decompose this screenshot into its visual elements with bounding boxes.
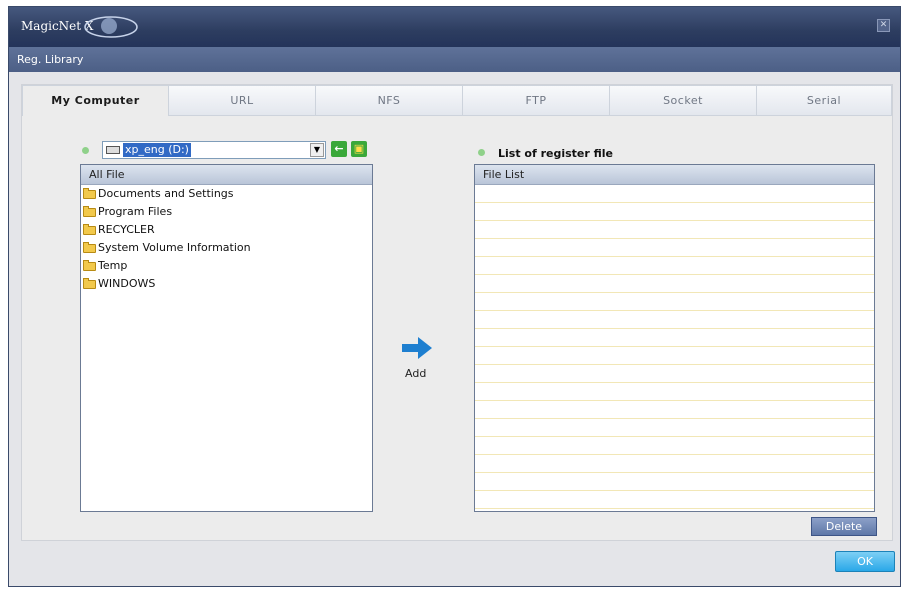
drive-select[interactable]: xp_eng (D:) ▼ xyxy=(102,141,326,159)
dialog-title: Reg. Library xyxy=(17,53,84,66)
list-item[interactable]: WINDOWS xyxy=(81,275,372,293)
folder-tree: Documents and Settings Program Files REC… xyxy=(81,185,372,293)
register-file-list[interactable]: File List xyxy=(474,164,875,512)
tab-nfs[interactable]: NFS xyxy=(316,85,463,116)
folder-icon xyxy=(83,242,96,253)
close-button[interactable]: ✕ xyxy=(877,19,890,32)
list-item[interactable]: Documents and Settings xyxy=(81,185,372,203)
file-list-rows xyxy=(475,185,874,511)
title-bar[interactable]: MagicNet X ✕ xyxy=(9,7,900,47)
main-window: MagicNet X ✕ Reg. Library My Computer UR… xyxy=(8,6,901,587)
app-logo-icon xyxy=(84,16,138,38)
up-folder-button[interactable]: ▣ xyxy=(351,141,367,157)
folder-icon xyxy=(83,278,96,289)
file-list-header: File List xyxy=(475,165,874,185)
list-item[interactable]: Program Files xyxy=(81,203,372,221)
content-panel: My Computer URL NFS FTP Socket Serial xp… xyxy=(21,84,893,541)
sub-title-bar: Reg. Library xyxy=(9,47,900,72)
arrow-left-icon: ← xyxy=(334,142,344,155)
list-item[interactable]: Temp xyxy=(81,257,372,275)
list-item[interactable]: RECYCLER xyxy=(81,221,372,239)
drive-icon xyxy=(106,146,120,154)
tab-url[interactable]: URL xyxy=(169,85,316,116)
add-label[interactable]: Add xyxy=(405,367,426,380)
status-dot-icon xyxy=(478,149,485,156)
tab-socket[interactable]: Socket xyxy=(610,85,757,116)
back-button[interactable]: ← xyxy=(331,141,347,157)
arrow-right-icon xyxy=(402,337,432,359)
drive-select-value: xp_eng (D:) xyxy=(123,143,191,157)
folder-up-icon: ▣ xyxy=(353,142,365,155)
chevron-down-icon[interactable]: ▼ xyxy=(310,143,324,157)
tab-ftp[interactable]: FTP xyxy=(463,85,610,116)
all-file-header: All File xyxy=(81,165,372,185)
add-button[interactable] xyxy=(402,335,434,361)
folder-icon xyxy=(83,224,96,235)
tab-serial[interactable]: Serial xyxy=(757,85,892,116)
tab-strip: My Computer URL NFS FTP Socket Serial xyxy=(22,85,892,116)
tab-my-computer[interactable]: My Computer xyxy=(22,85,169,116)
status-dot-icon xyxy=(82,147,89,154)
all-file-list[interactable]: All File Documents and Settings Program … xyxy=(80,164,373,512)
ok-button[interactable]: OK xyxy=(835,551,895,572)
list-item[interactable]: System Volume Information xyxy=(81,239,372,257)
folder-icon xyxy=(83,188,96,199)
folder-icon xyxy=(83,260,96,271)
delete-button[interactable]: Delete xyxy=(811,517,877,536)
folder-icon xyxy=(83,206,96,217)
register-list-title: List of register file xyxy=(498,147,614,160)
